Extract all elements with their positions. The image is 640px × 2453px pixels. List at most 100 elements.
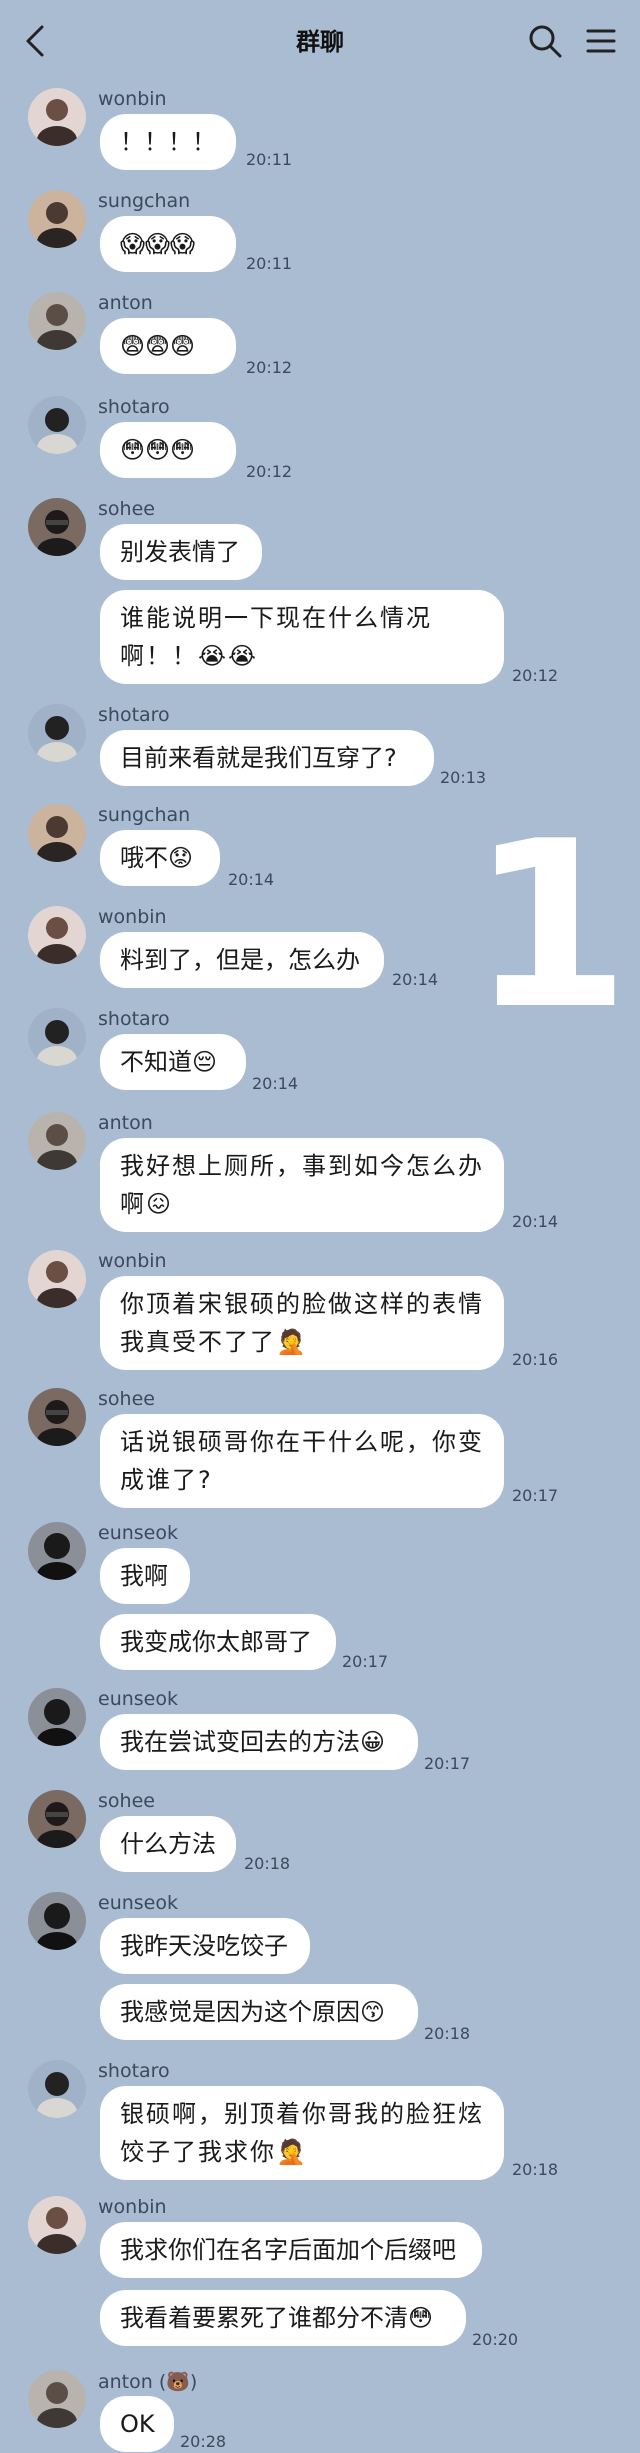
avatar[interactable] [28,1250,86,1308]
message-line: 谁能说明一下现在什么情况 [120,604,432,632]
avatar[interactable] [28,190,86,248]
message-text: ！！！！ [120,128,216,156]
message-text: 不知道😔 [120,1048,218,1076]
sender-name: sungchan [98,190,191,212]
message-bubble[interactable]: 😨😨😨 [100,318,236,374]
message-time: 20:14 [252,1074,299,1093]
message-text: 我啊 [120,1562,168,1590]
message-text: 😱😱😱 [120,230,196,258]
sender-name: shotaro [98,1008,170,1030]
avatar[interactable] [28,704,86,762]
message-bubble[interactable]: 料到了，但是，怎么办 [100,932,384,988]
sender-name: wonbin [98,906,167,928]
message-text: 哦不😟 [120,844,194,872]
avatar[interactable] [28,1790,86,1848]
message-line: 成谁了? [120,1466,213,1494]
message-line: 啊！！😭😭 [120,642,259,670]
sender-name: anton (🐻) [98,2371,198,2393]
message-bubble[interactable]: 我求你们在名字后面加个后缀吧 [100,2222,482,2278]
message-bubble[interactable]: 哦不😟 [100,830,220,886]
message-time: 20:18 [424,2024,471,2043]
message-text: 我在尝试变回去的方法😀 [120,1728,386,1756]
message-bubble[interactable]: 别发表情了 [100,524,262,580]
avatar[interactable] [28,498,86,556]
message-time: 20:16 [512,1350,559,1369]
avatar[interactable] [28,1522,86,1580]
avatar[interactable] [28,1008,86,1066]
message-bubble[interactable]: 我看着要累死了谁都分不清😳 [100,2290,466,2346]
menu-icon[interactable] [586,26,616,56]
message-text: 我变成你太郎哥了 [120,1628,312,1656]
message-bubble[interactable]: 目前来看就是我们互穿了? [100,730,434,786]
avatar[interactable] [28,88,86,146]
sender-name: anton [98,1112,153,1134]
message-bubble[interactable]: 不知道😔 [100,1034,246,1090]
sender-name: wonbin [98,2196,167,2218]
message-bubble[interactable]: 我感觉是因为这个原因😙 [100,1984,418,2040]
message-bubble[interactable]: 我好想上厕所，事到如今怎么办 啊😖 [100,1138,504,1232]
message-time: 20:18 [512,2160,559,2179]
message-bubble[interactable]: 我变成你太郎哥了 [100,1614,336,1670]
avatar[interactable] [28,804,86,862]
message-bubble[interactable]: 话说银硕哥你在干什么呢，你变 成谁了? [100,1414,504,1508]
sender-name: sohee [98,1790,155,1812]
message-text: OK [120,2410,155,2438]
avatar[interactable] [28,1892,86,1950]
message-text: 我看着要累死了谁都分不清😳 [120,2304,434,2332]
message-time: 20:11 [246,150,293,169]
sender-name: sohee [98,498,155,520]
message-text: 😨😨😨 [120,332,196,360]
message-text: 😳😳😳 [120,436,196,464]
message-bubble[interactable]: 银硕啊，别顶着你哥我的脸狂炫 饺子了我求你🤦 [100,2086,504,2180]
message-time: 20:12 [246,358,293,377]
message-time: 20:17 [424,1754,471,1773]
sender-name: eunseok [98,1688,178,1710]
message-bubble[interactable]: 我昨天没吃饺子 [100,1918,310,1974]
avatar[interactable] [28,2060,86,2118]
message-time: 20:17 [342,1652,389,1671]
message-line: 你顶着宋银硕的脸做这样的表情 [120,1290,484,1318]
avatar[interactable] [28,2370,86,2428]
message-time: 20:14 [392,970,439,989]
avatar[interactable] [28,396,86,454]
message-line: 啊😖 [120,1190,174,1218]
sender-name: shotaro [98,704,170,726]
message-bubble[interactable]: 什么方法 [100,1816,236,1872]
sender-name: shotaro [98,2060,170,2082]
sender-name: eunseok [98,1522,178,1544]
message-text: 料到了，但是，怎么办 [120,946,360,974]
message-text: 我感觉是因为这个原因😙 [120,1998,386,2026]
message-time: 20:17 [512,1486,559,1505]
message-line: 话说银硕哥你在干什么呢，你变 [120,1428,484,1456]
avatar[interactable] [28,292,86,350]
message-bubble[interactable]: 😱😱😱 [100,216,236,272]
message-bubble[interactable]: 我在尝试变回去的方法😀 [100,1714,418,1770]
avatar[interactable] [28,1688,86,1746]
chat-header: 群聊 [0,0,640,80]
sender-name: wonbin [98,88,167,110]
message-line: 我好想上厕所，事到如今怎么办 [120,1152,484,1180]
sender-name: anton [98,292,153,314]
message-bubble[interactable]: 谁能说明一下现在什么情况 啊！！😭😭 [100,590,504,684]
message-bubble[interactable]: OK [100,2396,174,2452]
message-time: 20:14 [512,1212,559,1231]
message-bubble[interactable]: 你顶着宋银硕的脸做这样的表情 我真受不了了🤦 [100,1276,504,1370]
search-icon[interactable] [528,24,562,58]
message-time: 20:14 [228,870,275,889]
avatar[interactable] [28,1388,86,1446]
sender-name: wonbin [98,1250,167,1272]
avatar[interactable] [28,1112,86,1170]
avatar[interactable] [28,2196,86,2254]
message-bubble[interactable]: ！！！！ [100,114,236,170]
message-time: 20:12 [512,666,559,685]
message-text: 我求你们在名字后面加个后缀吧 [120,2236,456,2264]
message-time: 20:13 [440,768,487,787]
message-text: 别发表情了 [120,538,240,566]
message-bubble[interactable]: 😳😳😳 [100,422,236,478]
message-time: 20:18 [244,1854,291,1873]
avatar[interactable] [28,906,86,964]
message-text: 什么方法 [120,1830,216,1858]
message-bubble[interactable]: 我啊 [100,1548,190,1604]
message-line: 银硕啊，别顶着你哥我的脸狂炫 [120,2100,484,2128]
message-line: 饺子了我求你🤦 [120,2138,308,2166]
